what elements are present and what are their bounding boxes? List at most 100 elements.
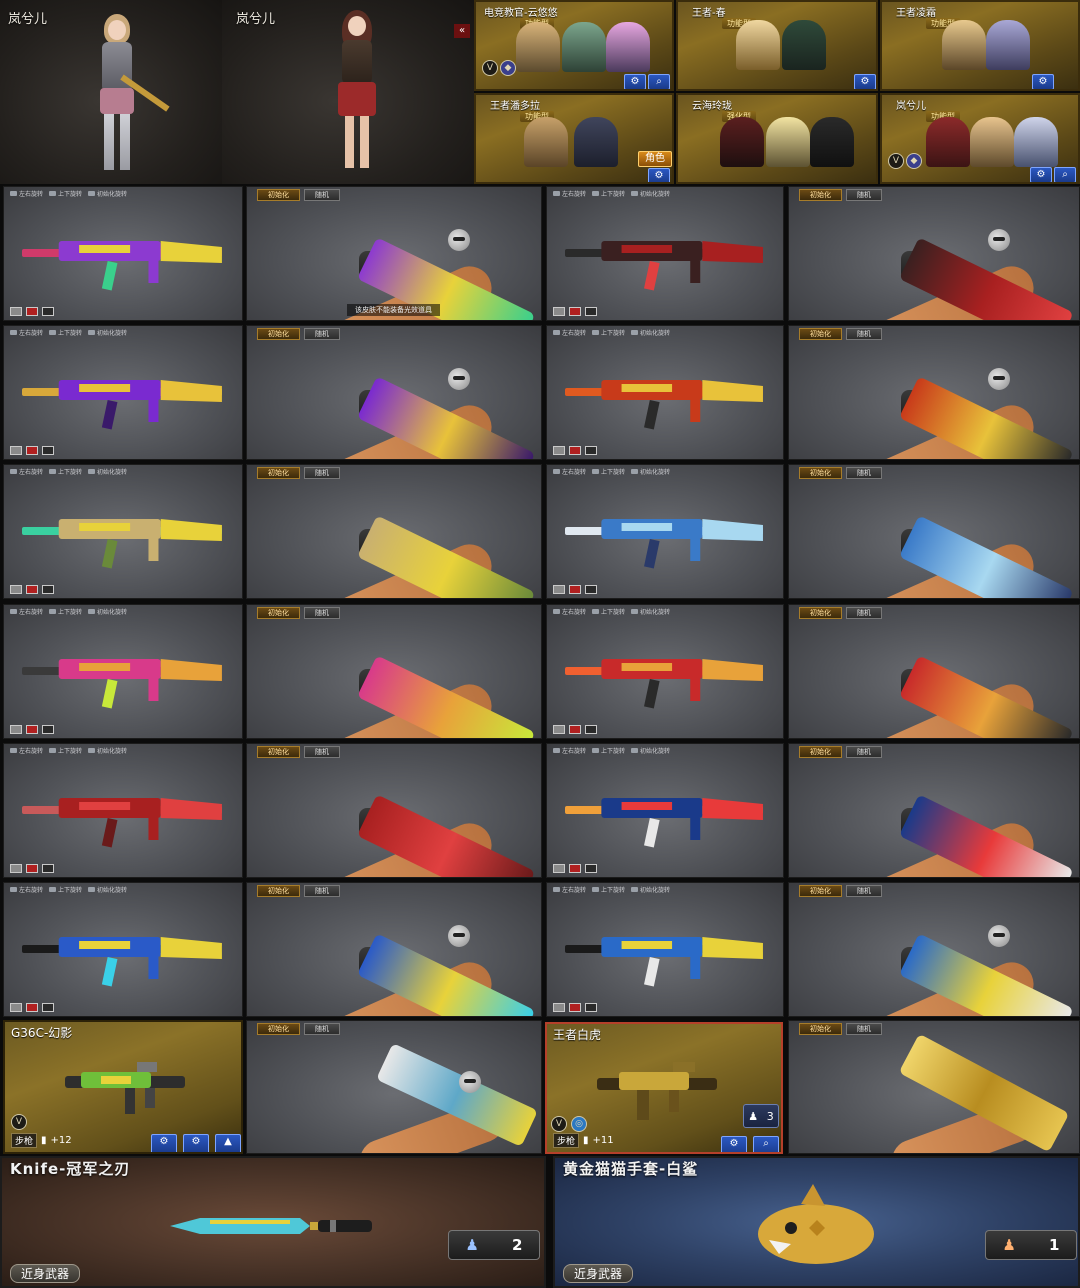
double-chevron-left-icon[interactable]: « bbox=[454, 24, 470, 38]
weapon-preview-fp[interactable]: 初始化 随机 该皮肤不能装备光效道具 bbox=[246, 186, 542, 321]
weapon-card[interactable]: 王者白虎 V ◎ 步枪 ▮ +11 ♟ 3 ⚙ ⌕ bbox=[545, 1022, 783, 1154]
rotate-lr-button[interactable]: 左右旋转 bbox=[553, 607, 586, 616]
color-swatch-grey[interactable] bbox=[10, 585, 22, 594]
rotate-lr-button[interactable]: 左右旋转 bbox=[553, 467, 586, 476]
weapon-preview-side[interactable]: 左右旋转 上下旋转 初始化旋转 bbox=[546, 743, 784, 878]
rotate-lr-button[interactable]: 左右旋转 bbox=[553, 746, 586, 755]
color-swatch-dark[interactable] bbox=[42, 585, 54, 594]
weapon-preview-fp[interactable]: 初始化 随机 bbox=[788, 1020, 1080, 1154]
weapon-preview-fp[interactable]: 初始化 随机 bbox=[246, 882, 542, 1017]
rotate-lr-button[interactable]: 左右旋转 bbox=[10, 746, 43, 755]
character-card[interactable]: 王者凌霜 功能型 ⚙ bbox=[880, 0, 1080, 91]
init-tab[interactable]: 初始化 bbox=[257, 189, 300, 201]
settings-button[interactable]: ⚙ bbox=[854, 74, 876, 89]
color-swatch-dark[interactable] bbox=[42, 446, 54, 455]
random-tab[interactable]: 随机 bbox=[846, 467, 882, 479]
color-swatch-red[interactable] bbox=[569, 307, 581, 316]
weapon-preview-side[interactable]: 左右旋转 上下旋转 初始化旋转 bbox=[546, 464, 784, 599]
color-swatch-dark[interactable] bbox=[42, 307, 54, 316]
color-swatch-red[interactable] bbox=[26, 864, 38, 873]
color-swatch-red[interactable] bbox=[26, 725, 38, 734]
random-tab[interactable]: 随机 bbox=[304, 328, 340, 340]
weapon-preview-side[interactable]: 左右旋转 上下旋转 初始化旋转 bbox=[3, 604, 243, 739]
melee-card[interactable]: 黄金猫猫手套-白鲨 ♟ 1 近身武器 bbox=[553, 1156, 1080, 1288]
color-swatch-red[interactable] bbox=[26, 446, 38, 455]
rotate-ud-button[interactable]: 上下旋转 bbox=[49, 189, 82, 198]
init-tab[interactable]: 初始化 bbox=[257, 607, 300, 619]
weapon-preview-side[interactable]: 左右旋转 上下旋转 初始化旋转 bbox=[546, 882, 784, 1017]
init-tab[interactable]: 初始化 bbox=[799, 328, 842, 340]
settings-button[interactable]: ⚙ bbox=[1030, 167, 1052, 182]
init-tab[interactable]: 初始化 bbox=[799, 607, 842, 619]
init-tab[interactable]: 初始化 bbox=[799, 746, 842, 758]
color-swatch-red[interactable] bbox=[569, 446, 581, 455]
weapon-preview-fp[interactable]: 初始化 随机 bbox=[246, 604, 542, 739]
rotate-lr-button[interactable]: 左右旋转 bbox=[10, 467, 43, 476]
random-tab[interactable]: 随机 bbox=[304, 189, 340, 201]
weapon-preview-fp[interactable]: 初始化 随机 bbox=[246, 325, 542, 460]
color-swatch-red[interactable] bbox=[26, 307, 38, 316]
color-swatch-red[interactable] bbox=[569, 1003, 581, 1012]
weapon-preview-fp[interactable]: 初始化 随机 bbox=[788, 743, 1080, 878]
random-tab[interactable]: 随机 bbox=[846, 607, 882, 619]
random-tab[interactable]: 随机 bbox=[846, 746, 882, 758]
weapon-preview-side[interactable]: 左右旋转 上下旋转 初始化旋转 bbox=[3, 464, 243, 599]
weapon-preview-fp[interactable]: 初始化 随机 bbox=[246, 1020, 542, 1154]
character-portrait-2[interactable]: 岚兮儿 « bbox=[222, 0, 474, 184]
settings-button[interactable]: ⚙ bbox=[1032, 74, 1054, 89]
color-swatch-dark[interactable] bbox=[42, 725, 54, 734]
character-card[interactable]: 云海玲珑 强化型 bbox=[676, 93, 878, 184]
color-swatch-dark[interactable] bbox=[585, 307, 597, 316]
rotate-ud-button[interactable]: 上下旋转 bbox=[592, 467, 625, 476]
color-swatch-dark[interactable] bbox=[585, 725, 597, 734]
weapon-preview-fp[interactable]: 初始化 随机 bbox=[788, 464, 1080, 599]
rotate-ud-button[interactable]: 上下旋转 bbox=[592, 607, 625, 616]
reset-rotation-button[interactable]: 初始化旋转 bbox=[631, 467, 670, 476]
reset-rotation-button[interactable]: 初始化旋转 bbox=[631, 607, 670, 616]
upgrade-button[interactable]: ▲ bbox=[215, 1134, 241, 1152]
rotate-lr-button[interactable]: 左右旋转 bbox=[10, 885, 43, 894]
color-swatch-red[interactable] bbox=[26, 1003, 38, 1012]
random-tab[interactable]: 随机 bbox=[304, 885, 340, 897]
color-swatch-dark[interactable] bbox=[42, 864, 54, 873]
character-portrait-1[interactable]: 岚兮儿 bbox=[0, 0, 222, 184]
weapon-preview-fp[interactable]: 初始化 随机 bbox=[788, 325, 1080, 460]
settings-button[interactable]: ⚙ bbox=[721, 1136, 747, 1152]
weapon-preview-fp[interactable]: 初始化 随机 bbox=[246, 464, 542, 599]
weapon-preview-fp[interactable]: 初始化 随机 bbox=[788, 882, 1080, 1017]
gear-icon[interactable]: ⚙ bbox=[183, 1134, 209, 1152]
reset-rotation-button[interactable]: 初始化旋转 bbox=[88, 467, 127, 476]
rotate-ud-button[interactable]: 上下旋转 bbox=[592, 746, 625, 755]
random-tab[interactable]: 随机 bbox=[304, 607, 340, 619]
reset-rotation-button[interactable]: 初始化旋转 bbox=[88, 328, 127, 337]
melee-card[interactable]: Knife-冠军之刃 ♟ 2 近身武器 bbox=[0, 1156, 546, 1288]
color-swatch-dark[interactable] bbox=[585, 864, 597, 873]
init-tab[interactable]: 初始化 bbox=[257, 885, 300, 897]
reset-rotation-button[interactable]: 初始化旋转 bbox=[631, 746, 670, 755]
settings-button[interactable]: ⚙ bbox=[151, 1134, 177, 1152]
rotate-lr-button[interactable]: 左右旋转 bbox=[10, 189, 43, 198]
rotate-ud-button[interactable]: 上下旋转 bbox=[49, 746, 82, 755]
weapon-preview-side[interactable]: 左右旋转 上下旋转 初始化旋转 bbox=[546, 186, 784, 321]
reset-rotation-button[interactable]: 初始化旋转 bbox=[88, 746, 127, 755]
rotate-ud-button[interactable]: 上下旋转 bbox=[592, 189, 625, 198]
search-button[interactable]: ⌕ bbox=[753, 1136, 779, 1152]
init-tab[interactable]: 初始化 bbox=[257, 1023, 300, 1035]
color-swatch-dark[interactable] bbox=[585, 1003, 597, 1012]
character-card[interactable]: 电竞教官-云悠悠 功能型 V ◆ ⚙ ⌕ bbox=[474, 0, 674, 91]
init-tab[interactable]: 初始化 bbox=[799, 467, 842, 479]
color-swatch-grey[interactable] bbox=[553, 725, 565, 734]
color-swatch-grey[interactable] bbox=[10, 864, 22, 873]
init-tab[interactable]: 初始化 bbox=[799, 189, 842, 201]
color-swatch-grey[interactable] bbox=[553, 307, 565, 316]
init-tab[interactable]: 初始化 bbox=[799, 885, 842, 897]
color-swatch-dark[interactable] bbox=[585, 585, 597, 594]
color-swatch-red[interactable] bbox=[569, 585, 581, 594]
weapon-preview-fp[interactable]: 初始化 随机 bbox=[246, 743, 542, 878]
rotate-lr-button[interactable]: 左右旋转 bbox=[10, 328, 43, 337]
random-tab[interactable]: 随机 bbox=[304, 1023, 340, 1035]
reset-rotation-button[interactable]: 初始化旋转 bbox=[631, 189, 670, 198]
weapon-card[interactable]: G36C-幻影 V 步枪 ▮ +12 ⚙ ⚙ ▲ bbox=[3, 1020, 243, 1154]
weapon-preview-side[interactable]: 左右旋转 上下旋转 初始化旋转 bbox=[3, 325, 243, 460]
role-button[interactable]: 角色 bbox=[638, 151, 672, 167]
